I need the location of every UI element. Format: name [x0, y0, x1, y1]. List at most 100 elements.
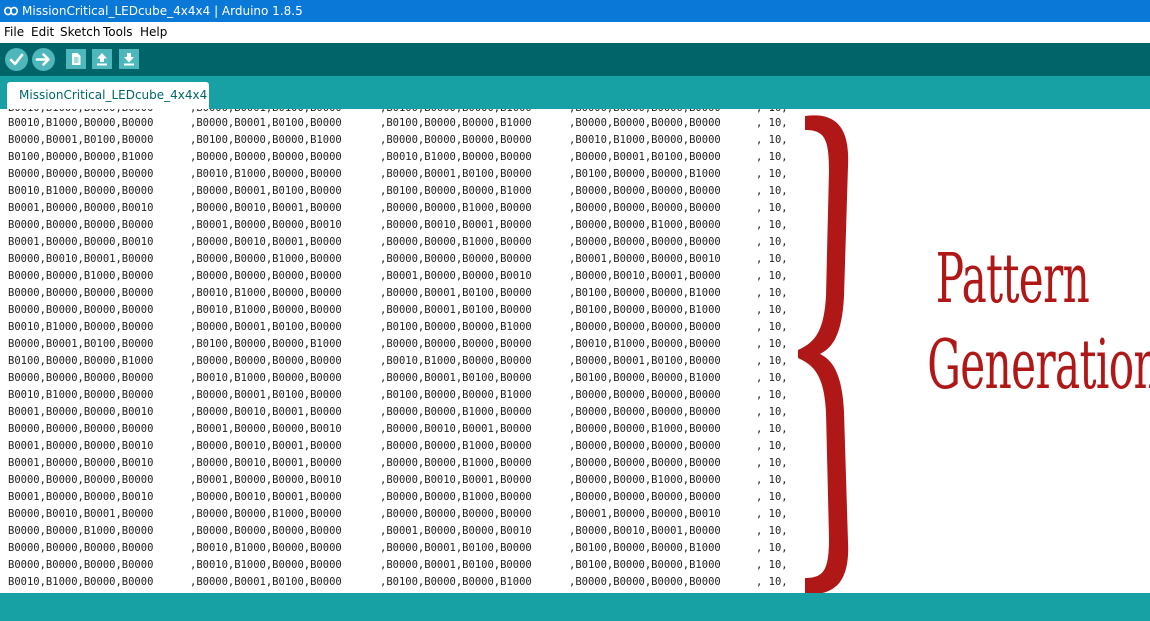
code-line: B0010,B1000,B0000,B0000 ,B0000,B0001,B010… — [0, 387, 800, 404]
menu-sketch[interactable]: Sketch — [60, 22, 100, 43]
menu-help[interactable]: Help — [140, 22, 167, 43]
code-line: B0000,B0000,B0000,B0000 ,B0010,B1000,B000… — [0, 302, 800, 319]
code-cell: ,B0000,B0000,B0000,B0000 — [380, 338, 532, 350]
code-cell: B0000,B0001,B0100,B0000 — [8, 134, 154, 146]
code-cell: B0000,B0000,B0000,B0000 — [8, 474, 154, 486]
code-cell: ,B0000,B0010,B0001,B0000 — [569, 270, 721, 282]
code-cell: B0000,B0000,B0000,B0000 — [8, 559, 154, 571]
code-line: B0001,B0000,B0000,B0010 ,B0000,B0010,B000… — [0, 200, 800, 217]
code-cell: ,B0000,B0000,B0000,B0000 — [380, 253, 532, 265]
curly-brace-icon — [798, 115, 849, 595]
code-line: B0000,B0000,B0000,B0000 ,B0010,B1000,B000… — [0, 166, 800, 183]
code-cell: ,B0000,B0010,B0001,B0000 — [190, 236, 342, 248]
code-cell: ,B0000,B0000,B1000,B0000 — [380, 406, 532, 418]
code-cell: B0000,B0000,B1000,B0000 — [8, 270, 154, 282]
code-cell: ,B0100,B0000,B0000,B1000 — [569, 559, 721, 571]
code-cell: ,B0000,B0000,B1000,B0000 — [569, 219, 721, 231]
code-cell: ,B0000,B0001,B0100,B0000 — [380, 304, 532, 316]
code-cell: ,B0010,B1000,B0000,B0000 — [190, 559, 342, 571]
upload-button[interactable] — [32, 48, 55, 71]
code-cell: ,B0000,B0000,B1000,B0000 — [190, 253, 342, 265]
code-cell: ,B0000,B0000,B1000,B0000 — [380, 491, 532, 503]
code-cell: ,B0100,B0000,B0000,B1000 — [380, 109, 532, 117]
code-cell: B0010,B1000,B0000,B0000 — [8, 321, 154, 333]
code-cell: ,B0100,B0000,B0000,B1000 — [569, 372, 721, 384]
save-button[interactable] — [119, 49, 139, 69]
code-line: B0000,B0000,B0000,B0000 ,B0001,B0000,B000… — [0, 217, 800, 234]
code-cell: ,B0000,B0000,B0000,B0000 — [569, 389, 721, 401]
code-cell: B0001,B0000,B0000,B0010 — [8, 406, 154, 418]
code-line: B0001,B0000,B0000,B0010 ,B0000,B0010,B000… — [0, 455, 800, 472]
code-line: B0010,B1000,B0000,B0000 ,B0000,B0001,B010… — [0, 115, 800, 132]
verify-button[interactable] — [5, 48, 28, 71]
open-icon — [97, 53, 107, 66]
code-line: B0000,B0000,B0000,B0000 ,B0001,B0000,B000… — [0, 472, 800, 489]
code-cell: B0000,B0000,B0000,B0000 — [8, 372, 154, 384]
code-cell: B0001,B0000,B0000,B0010 — [8, 491, 154, 503]
code-cell: ,B0000,B0000,B0000,B0000 — [569, 109, 721, 117]
code-cell: B0000,B0000,B0000,B0000 — [8, 219, 154, 231]
code-cell: ,B0000,B0001,B0100,B0000 — [380, 168, 532, 180]
code-line: B0000,B0001,B0100,B0000 ,B0100,B0000,B000… — [0, 132, 800, 149]
code-line-partial: B0010,B1000,B0000,B0000 ,B0000,B0001,B01… — [0, 109, 800, 117]
code-cell: ,B0000,B0000,B0000,B0000 — [569, 406, 721, 418]
code-cell: ,B0000,B0001,B0100,B0000 — [190, 389, 342, 401]
code-cell: ,B0000,B0010,B0001,B0000 — [190, 491, 342, 503]
code-cell: B0000,B0010,B0001,B0000 — [8, 253, 154, 265]
code-cell: ,B0001,B0000,B0000,B0010 — [190, 219, 342, 231]
code-cell: ,B0100,B0000,B0000,B1000 — [380, 185, 532, 197]
code-cell: B0001,B0000,B0000,B0010 — [8, 440, 154, 452]
code-cell: ,B0100,B0000,B0000,B1000 — [569, 304, 721, 316]
code-cell: B0000,B0000,B0000,B0000 — [8, 542, 154, 554]
code-line: B0000,B0000,B0000,B0000 ,B0001,B0000,B000… — [0, 421, 800, 438]
open-button[interactable] — [92, 49, 112, 69]
menu-file[interactable]: File — [4, 22, 24, 43]
code-cell: ,B0000,B0000,B0000,B0000 — [190, 270, 342, 282]
code-cell: B0100,B0000,B0000,B1000 — [8, 151, 154, 163]
code-cell: ,B0010,B1000,B0000,B0000 — [380, 355, 532, 367]
code-cell: B0000,B0010,B0001,B0000 — [8, 508, 154, 520]
code-line: B0010,B1000,B0000,B0000 ,B0000,B0001,B010… — [0, 183, 800, 200]
code-cell: ,B0010,B1000,B0000,B0000 — [569, 134, 721, 146]
code-cell: ,B0000,B0010,B0001,B0000 — [190, 406, 342, 418]
code-cell: ,B0100,B0000,B0000,B1000 — [380, 576, 532, 588]
new-button[interactable] — [66, 49, 86, 69]
code-cell: ,B0100,B0000,B0000,B1000 — [190, 134, 342, 146]
code-cell: ,B0000,B0000,B0000,B0000 — [569, 457, 721, 469]
code-cell: ,B0000,B0000,B0000,B0000 — [569, 202, 721, 214]
upload-icon — [35, 53, 50, 66]
code-cell: ,B0000,B0000,B0000,B0000 — [190, 355, 342, 367]
save-icon — [124, 53, 134, 66]
arduino-logo-icon — [4, 6, 18, 16]
code-cell: ,B0000,B0001,B0100,B0000 — [569, 355, 721, 367]
code-cell: ,B0010,B1000,B0000,B0000 — [190, 372, 342, 384]
annotation-line-2: Generation — [927, 326, 1150, 405]
code-line: B0000,B0000,B1000,B0000 ,B0000,B0000,B000… — [0, 523, 800, 540]
code-cell: ,B0000,B0000,B1000,B0000 — [569, 474, 721, 486]
code-cell: ,B0100,B0000,B0000,B1000 — [569, 542, 721, 554]
code-cell: ,B0000,B0000,B1000,B0000 — [569, 423, 721, 435]
toolbar — [0, 43, 1150, 76]
code-cell: ,B0000,B0010,B0001,B0000 — [380, 423, 532, 435]
code-cell: ,B0100,B0000,B0000,B1000 — [380, 389, 532, 401]
code-cell: B0100,B0000,B0000,B1000 — [8, 355, 154, 367]
menu-bar: File Edit Sketch Tools Help — [0, 22, 1150, 44]
code-cell: ,B0001,B0000,B0000,B0010 — [569, 508, 721, 520]
code-line: B0000,B0000,B0000,B0000 ,B0010,B1000,B000… — [0, 557, 800, 574]
menu-tools[interactable]: Tools — [103, 22, 133, 43]
code-cell: B0000,B0000,B0000,B0000 — [8, 168, 154, 180]
menu-edit[interactable]: Edit — [31, 22, 54, 43]
code-cell: ,B0000,B0001,B0100,B0000 — [380, 372, 532, 384]
code-cell: ,B0100,B0000,B0000,B1000 — [190, 338, 342, 350]
code-cell: ,B0000,B0000,B0000,B0000 — [569, 576, 721, 588]
status-bar — [0, 593, 1150, 621]
code-cell: ,B0000,B0000,B0000,B0000 — [190, 151, 342, 163]
code-cell: ,B0010,B1000,B0000,B0000 — [569, 338, 721, 350]
code-line: B0000,B0010,B0001,B0000 ,B0000,B0000,B100… — [0, 506, 800, 523]
code-cell: ,B0000,B0000,B0000,B0000 — [569, 236, 721, 248]
code-cell: ,B0000,B0000,B1000,B0000 — [380, 440, 532, 452]
code-cell: ,B0000,B0001,B0100,B0000 — [380, 559, 532, 571]
tab-sketch[interactable]: MissionCritical_LEDcube_4x4x4 — [7, 82, 209, 109]
code-cell: ,B0000,B0010,B0001,B0000 — [190, 202, 342, 214]
code-line: B0100,B0000,B0000,B1000 ,B0000,B0000,B000… — [0, 353, 800, 370]
